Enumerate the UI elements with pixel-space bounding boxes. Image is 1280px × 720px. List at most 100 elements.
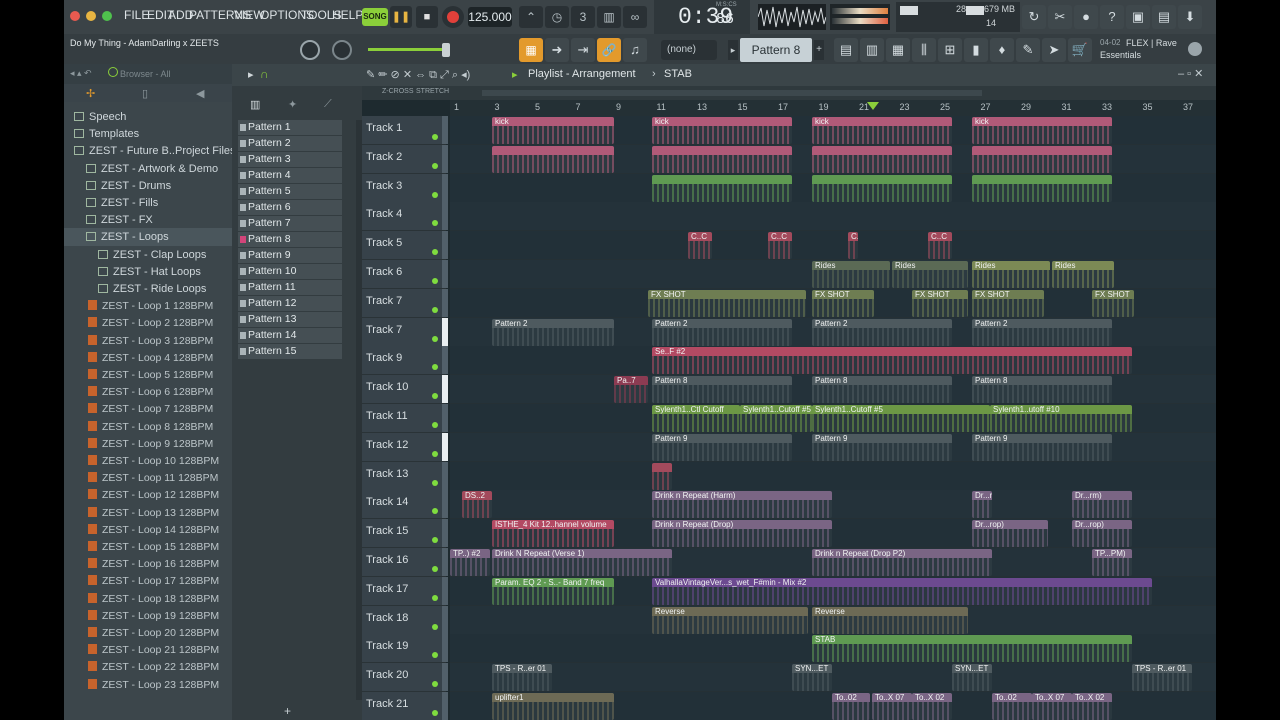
playlist-clip[interactable] bbox=[652, 462, 672, 490]
playlist-clip[interactable]: Pattern 8 bbox=[972, 376, 1112, 404]
browser-item-loop[interactable]: ZEST - Loop 21 128BPM bbox=[64, 641, 232, 659]
track-mute-led[interactable] bbox=[432, 479, 438, 486]
browser-item-loop[interactable]: ZEST - Loop 5 128BPM bbox=[64, 366, 232, 384]
track-lane[interactable]: Pa..7 Pattern 8 Pattern 8 Pattern 8 bbox=[450, 375, 1216, 405]
browser-tab-project-icon[interactable]: ▯ bbox=[142, 87, 148, 100]
track-header[interactable]: Track 4 bbox=[362, 202, 448, 232]
playlist-clip[interactable]: uplifter1 bbox=[492, 693, 614, 720]
send-icon[interactable]: ➤ bbox=[1042, 38, 1066, 62]
zcross-label[interactable]: Z-CROSS bbox=[382, 88, 414, 95]
playlist-clip[interactable]: FX SHOT bbox=[972, 289, 1044, 317]
playlist-clip[interactable]: Drink n Repeat (Harm) bbox=[652, 491, 832, 519]
playlist-clip[interactable]: TP...PM) bbox=[1092, 549, 1132, 576]
picker-automation-icon[interactable]: ⟋ bbox=[324, 98, 332, 111]
track-color-grip[interactable] bbox=[442, 663, 448, 692]
browser-item-loop[interactable]: ZEST - Loop 15 128BPM bbox=[64, 538, 232, 556]
track-mute-led[interactable] bbox=[432, 306, 438, 313]
track-color-grip[interactable] bbox=[442, 404, 448, 432]
window-controls-icon[interactable]: – ▫ ✕ bbox=[1178, 67, 1203, 80]
browser-nav-icon[interactable]: ◂ ▴ ↶ bbox=[70, 68, 92, 79]
globe-icon[interactable] bbox=[1188, 42, 1202, 56]
track-lane[interactable]: DS..2 Drink n Repeat (Harm) Dr...rm) Dr...r… bbox=[450, 490, 1216, 520]
pattern-item[interactable]: Pattern 8 bbox=[238, 232, 342, 247]
playlist-clip[interactable]: Sylenth1..utoff #10 bbox=[990, 405, 1132, 432]
track-color-grip[interactable] bbox=[442, 692, 448, 720]
browser-item-loop[interactable]: ZEST - Loop 22 128BPM bbox=[64, 658, 232, 676]
track-color-grip[interactable] bbox=[442, 605, 448, 634]
track-color-grip[interactable] bbox=[442, 260, 448, 288]
pattern-item[interactable]: Pattern 6 bbox=[238, 200, 342, 215]
track-mute-led[interactable] bbox=[432, 393, 438, 400]
playlist-clip[interactable]: C..C bbox=[768, 232, 792, 260]
cart-icon[interactable]: 🛒 bbox=[1068, 38, 1092, 62]
track-lane[interactable]: Param. EQ 2 - S..- Band 7 freq ValhallaVi… bbox=[450, 576, 1216, 606]
loop-record-icon[interactable]: ∞ bbox=[623, 6, 647, 28]
record-button[interactable] bbox=[442, 6, 464, 28]
browser-item-loop[interactable]: ZEST - Loop 14 128BPM bbox=[64, 521, 232, 539]
playlist-clip[interactable]: To..02 bbox=[832, 693, 870, 720]
playlist-clip[interactable]: To..02 bbox=[992, 693, 1032, 720]
track-header[interactable]: Track 19 bbox=[362, 634, 448, 664]
track-color-grip[interactable] bbox=[442, 432, 448, 461]
track-color-grip[interactable] bbox=[442, 116, 448, 144]
maximize-window-icon[interactable] bbox=[102, 11, 112, 21]
track-color-grip[interactable] bbox=[442, 288, 448, 317]
browser-item-loop[interactable]: ZEST - Loop 18 128BPM bbox=[64, 590, 232, 608]
track-mute-led[interactable] bbox=[432, 249, 438, 256]
pattern-item[interactable]: Pattern 9 bbox=[238, 248, 342, 263]
browser-tab-sounds-icon[interactable]: ◀ bbox=[196, 87, 204, 100]
track-header[interactable]: Track 12 bbox=[362, 432, 448, 462]
playlist-clip[interactable]: Pattern 2 bbox=[492, 318, 614, 346]
save-icon[interactable]: ▣ bbox=[1126, 5, 1150, 29]
browser-item-folder[interactable]: ZEST - Loops bbox=[64, 228, 232, 247]
playlist-clip[interactable]: TPS - R..er 01 bbox=[1132, 664, 1192, 692]
track-lane[interactable]: TPS - R..er 01 SYN...ET SYN...ET TPS - R..e… bbox=[450, 663, 1216, 693]
track-lane[interactable] bbox=[450, 461, 1216, 491]
track-header[interactable]: Track 13 bbox=[362, 461, 448, 491]
track-mute-led[interactable] bbox=[432, 220, 438, 227]
track-lane[interactable]: FX SHOT FX SHOT FX SHOT FX SHOT FX SHOT bbox=[450, 288, 1216, 318]
playhead-triangle-icon[interactable] bbox=[867, 102, 879, 110]
playlist-clip[interactable]: Sylenth1..Cutoff #5 bbox=[740, 405, 812, 432]
playlist-clip[interactable]: Dr...rop) bbox=[1072, 520, 1132, 548]
playlist-clip[interactable]: TPS - R..er 01 bbox=[492, 664, 552, 692]
playlist-clip[interactable]: Reverse bbox=[652, 606, 808, 634]
playlist-clip[interactable]: FX SHOT bbox=[1092, 289, 1134, 317]
browser-item-loop[interactable]: ZEST - Loop 20 128BPM bbox=[64, 624, 232, 642]
browser-item-loop[interactable]: ZEST - Loop 1 128BPM bbox=[64, 297, 232, 315]
track-header[interactable]: Track 17 bbox=[362, 576, 448, 606]
playlist-clip[interactable] bbox=[652, 145, 792, 173]
magnet-icon[interactable]: ∩ bbox=[260, 67, 269, 81]
track-color-grip[interactable] bbox=[442, 519, 448, 548]
track-mute-led[interactable] bbox=[432, 652, 438, 659]
track-header[interactable]: Track 5 bbox=[362, 231, 448, 261]
track-header[interactable]: Track 14 bbox=[362, 490, 448, 520]
playlist-clip[interactable]: FX SHOT bbox=[648, 289, 806, 317]
link-icon[interactable]: 🔗 bbox=[597, 38, 621, 62]
pl-play-icon[interactable]: ▸ bbox=[512, 68, 518, 81]
mixer-icon[interactable]: ▤ bbox=[834, 38, 858, 62]
pattern-item[interactable]: Pattern 4 bbox=[238, 168, 342, 183]
picker-audio-icon[interactable]: ✦ bbox=[288, 98, 297, 111]
master-slider-track[interactable] bbox=[368, 48, 448, 51]
playlist-clip[interactable]: kick bbox=[812, 117, 952, 144]
track-color-grip[interactable] bbox=[442, 202, 448, 231]
browser-search-icon[interactable] bbox=[108, 67, 118, 77]
close-window-icon[interactable] bbox=[70, 11, 80, 21]
playlist-clip[interactable]: Drink n Repeat (Drop P2) bbox=[812, 549, 992, 576]
pattern-prev-icon[interactable]: ▸ bbox=[728, 40, 738, 60]
track-header[interactable]: Track 7 bbox=[362, 288, 448, 318]
browser-item-folder[interactable]: ZEST - Fills bbox=[64, 194, 232, 212]
playlist-clip[interactable]: kick bbox=[652, 117, 792, 144]
playlist-clip[interactable]: Pattern 2 bbox=[652, 318, 792, 346]
play-arrow-icon[interactable]: ▸ bbox=[248, 68, 254, 81]
playlist-clip[interactable]: C..C bbox=[848, 232, 858, 260]
download-icon[interactable]: ⬇ bbox=[1178, 5, 1202, 29]
track-lane[interactable]: Reverse Reverse bbox=[450, 605, 1216, 635]
browser-item-loop[interactable]: ZEST - Loop 2 128BPM bbox=[64, 314, 232, 332]
touch-controller-icon[interactable]: ♦ bbox=[990, 38, 1014, 62]
piano-roll-icon[interactable]: ▦ bbox=[886, 38, 910, 62]
playlist-clip[interactable]: Reverse bbox=[812, 606, 968, 634]
overview-scrollbar[interactable] bbox=[482, 90, 982, 96]
track-mute-led[interactable] bbox=[432, 623, 438, 630]
